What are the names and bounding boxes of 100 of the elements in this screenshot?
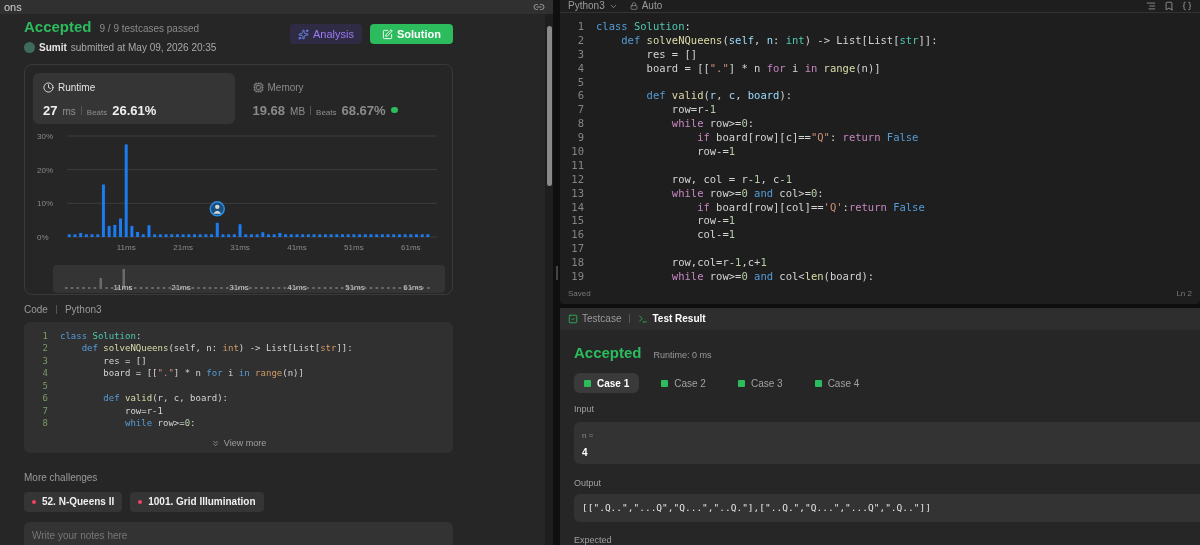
avatar-marker-icon xyxy=(209,200,226,217)
stat-value: 19.68 xyxy=(252,101,286,120)
code-line: def solveNQueens(self, n: int) -> List[List[str]]: xyxy=(620,33,938,48)
line-number: 4 xyxy=(576,61,585,76)
axis-label: 11ms xyxy=(116,242,136,252)
stat-card[interactable]: Runtime 27 ms Beats 26.61% xyxy=(33,72,235,124)
cursor-position: Ln 2 xyxy=(1176,287,1192,300)
panel-tab[interactable]: ons xyxy=(4,1,22,13)
line-number: 7 xyxy=(41,404,49,417)
bar xyxy=(255,233,259,237)
mode-toggle[interactable]: Auto xyxy=(629,1,663,11)
language-dropdown[interactable]: Python3 xyxy=(568,1,618,11)
user-avatar-icon xyxy=(24,41,35,53)
line-number: 5 xyxy=(576,75,585,90)
challenge-chip[interactable]: 52. N-Queens II xyxy=(24,491,123,512)
axis-label: 20% xyxy=(37,165,53,175)
bar xyxy=(204,233,208,237)
code-line: while row>=0: xyxy=(124,417,196,430)
line-number: 3 xyxy=(576,47,585,62)
bar xyxy=(119,218,122,237)
code-line: row,col=r-1,c+1 xyxy=(670,256,767,271)
code-line: row-=1 xyxy=(696,214,736,229)
line-number: 3 xyxy=(41,354,49,367)
case-tab[interactable]: Case 2 xyxy=(651,373,716,394)
bar xyxy=(409,233,413,237)
bar xyxy=(295,233,299,237)
field-label: Expected xyxy=(574,534,613,545)
beats-value: 26.61% xyxy=(112,101,157,120)
stat-card[interactable]: Memory 19.68 MB Beats 68.67% xyxy=(242,72,444,124)
line-number: 12 xyxy=(570,172,585,187)
link-icon[interactable] xyxy=(533,1,545,13)
code-line: col-=1 xyxy=(696,228,736,243)
line-number: 5 xyxy=(41,379,49,392)
axis-label: 21ms xyxy=(173,242,193,252)
bar xyxy=(67,233,71,237)
analysis-button[interactable]: Analysis xyxy=(290,24,362,44)
code-line: row=r-1 xyxy=(124,404,163,417)
bar xyxy=(238,223,242,237)
code-line: def solveNQueens(self, n: int) -> List[List[str]]: xyxy=(80,342,353,355)
bar xyxy=(107,225,111,237)
field-label: Output xyxy=(574,476,603,490)
line-number: 19 xyxy=(570,270,585,284)
braces-icon[interactable] xyxy=(1182,1,1192,11)
line-number: 1 xyxy=(576,20,585,34)
notes-field[interactable]: Write your notes here xyxy=(24,521,453,545)
variable-value: 4 xyxy=(582,445,589,460)
code-line: class Solution: xyxy=(60,329,142,342)
line-number: 6 xyxy=(41,392,49,405)
code-line: res = [] xyxy=(645,47,698,62)
bar xyxy=(261,231,265,237)
code-line: res = [] xyxy=(102,354,147,367)
line-number: 6 xyxy=(576,89,585,104)
line-number: 13 xyxy=(570,186,585,201)
line-number: 11 xyxy=(570,158,585,173)
bar xyxy=(90,233,94,237)
chevrons-down-icon xyxy=(210,438,220,448)
scrollbar[interactable] xyxy=(545,14,553,545)
terminal-icon xyxy=(638,313,649,324)
case-tab[interactable]: Case 4 xyxy=(804,373,870,394)
axis-label: 31ms xyxy=(230,242,250,252)
axis-label: 11ms xyxy=(113,282,133,292)
badge-icon xyxy=(390,107,398,114)
code-line: row=r-1 xyxy=(670,103,717,118)
user-name[interactable]: Sumit xyxy=(39,39,67,55)
bar xyxy=(420,233,424,237)
challenge-chip[interactable]: 1001. Grid Illumination xyxy=(130,491,264,512)
case-tab[interactable]: Case 1 xyxy=(574,373,640,394)
format-icon[interactable] xyxy=(1146,1,1156,11)
language-label: Python3 xyxy=(64,302,102,317)
panel-tab[interactable]: Test Result xyxy=(638,311,706,327)
beats-value: 68.67% xyxy=(341,101,386,120)
line-number: 8 xyxy=(576,117,585,132)
stat-unit: MB xyxy=(290,104,306,119)
bar xyxy=(278,232,282,237)
bar xyxy=(267,233,270,237)
save-status: Saved xyxy=(568,287,591,300)
view-more-button[interactable]: View more xyxy=(210,436,267,450)
bar xyxy=(147,224,151,237)
output-box: [[".Q..","...Q","Q...","..Q."],["..Q.","Q...","...Q",".Q.."]] xyxy=(574,494,1200,523)
range-navigator[interactable]: 11ms 21ms 31ms 41ms 51ms 61ms xyxy=(53,264,445,293)
stat-title: Memory xyxy=(267,80,304,95)
stat-unit: ms xyxy=(62,104,76,119)
axis-label: 10% xyxy=(37,198,53,208)
edit-icon xyxy=(382,28,393,40)
code-label: Code xyxy=(24,302,48,317)
panel-tab[interactable]: Testcase xyxy=(568,311,622,327)
case-tab[interactable]: Case 3 xyxy=(727,373,793,394)
axis-label: 30% xyxy=(37,131,53,141)
bar xyxy=(193,233,196,237)
stat-title: Runtime xyxy=(58,80,96,95)
bar xyxy=(312,233,316,237)
axis-label: 31ms xyxy=(229,282,249,292)
code-line: while row>=0 and col<len(board): xyxy=(670,270,875,284)
line-number: 1 xyxy=(41,329,49,342)
axis-label: 41ms xyxy=(287,242,307,252)
code-line: board = [["."] * n for i in range(n)] xyxy=(645,61,881,76)
code-line: if board[row][col]=='Q':return False xyxy=(696,200,925,215)
line-number: 18 xyxy=(570,256,585,271)
bar xyxy=(335,233,339,237)
bookmark-icon[interactable] xyxy=(1164,1,1174,11)
